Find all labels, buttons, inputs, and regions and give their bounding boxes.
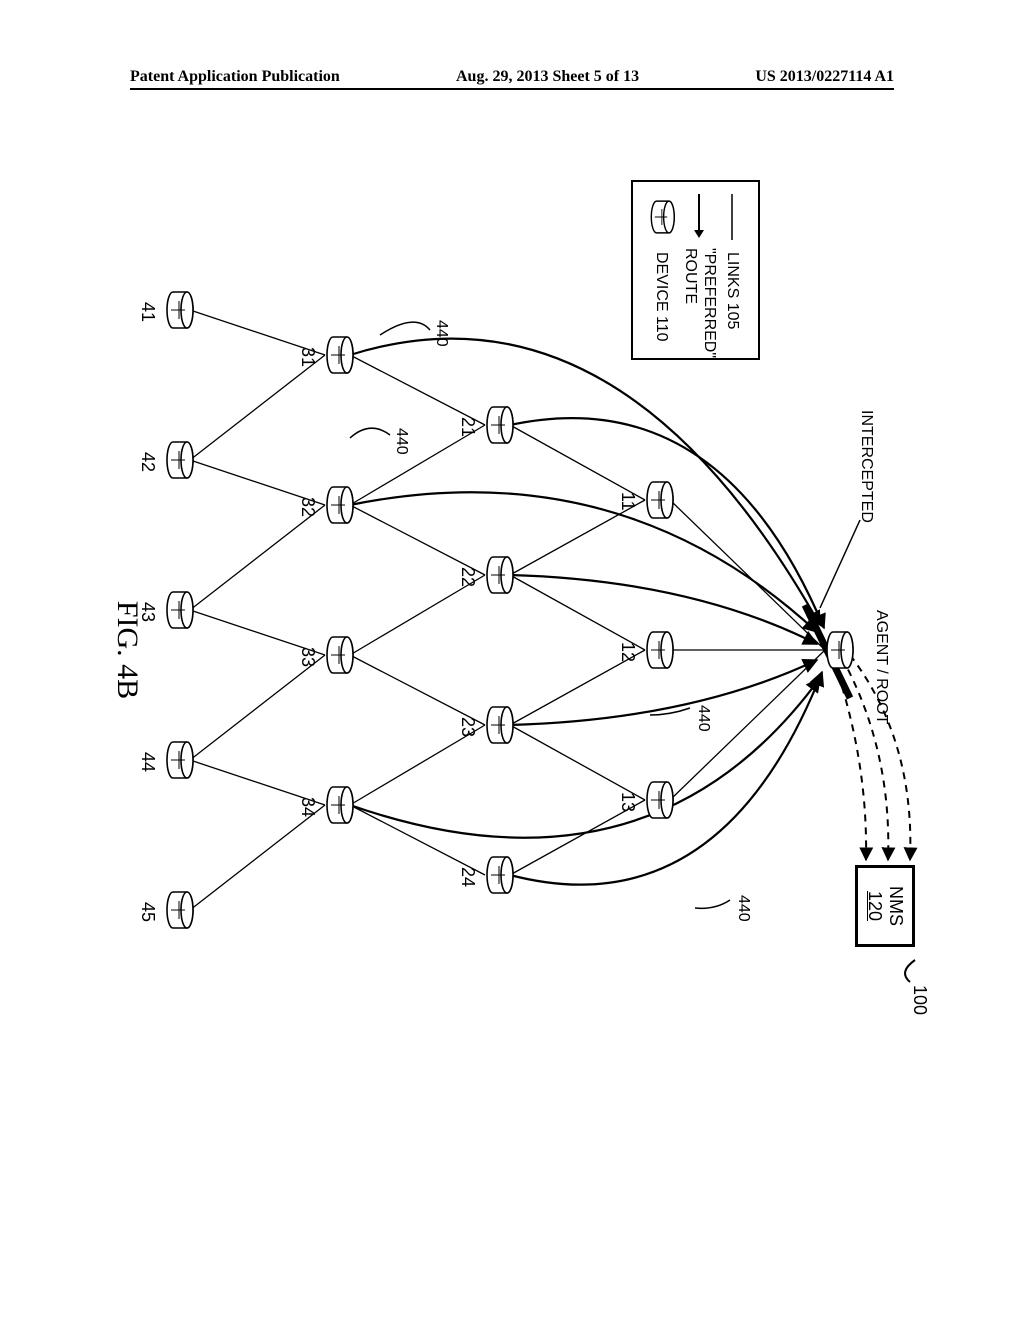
header-left: Patent Application Publication bbox=[130, 68, 340, 86]
label-31: 31 bbox=[297, 347, 318, 367]
legend-line-icon bbox=[729, 192, 735, 242]
label-34: 34 bbox=[297, 797, 318, 817]
label-32: 32 bbox=[297, 497, 318, 517]
label-12: 12 bbox=[617, 642, 638, 662]
legend-device-text: DEVICE 110 bbox=[652, 252, 670, 342]
node-12 bbox=[641, 628, 675, 672]
label-13: 13 bbox=[617, 792, 638, 812]
nms-number: 120 bbox=[864, 886, 885, 926]
agent-root-label: AGENT / ROOT bbox=[872, 610, 890, 724]
legend-links-text: LINKS 105 bbox=[723, 252, 741, 329]
node-23 bbox=[481, 703, 515, 747]
legend-route-row: "PREFERRED" ROUTE bbox=[681, 192, 718, 348]
nms-title: NMS bbox=[885, 886, 906, 926]
node-45 bbox=[161, 888, 195, 932]
label-33: 33 bbox=[297, 647, 318, 667]
node-44 bbox=[161, 738, 195, 782]
label-45: 45 bbox=[137, 902, 158, 922]
legend: LINKS 105 "PREFERRED" ROUTE DEVICE 110 bbox=[631, 180, 760, 360]
figure-label: FIG. 4B bbox=[110, 601, 144, 699]
node-22 bbox=[481, 553, 515, 597]
ref-440-right: 440 bbox=[734, 895, 752, 922]
figure-4b: AGENT / ROOT 11 12 13 21 22 23 24 31 32 … bbox=[70, 260, 970, 1040]
ref-440-mid: 440 bbox=[694, 705, 712, 732]
root-node bbox=[821, 628, 855, 672]
legend-arrow-icon bbox=[693, 192, 705, 238]
node-31 bbox=[321, 333, 355, 377]
intercepted-label: INTERCEPTED bbox=[857, 410, 875, 523]
node-21 bbox=[481, 403, 515, 447]
label-42: 42 bbox=[137, 452, 158, 472]
label-24: 24 bbox=[457, 867, 478, 887]
label-23: 23 bbox=[457, 717, 478, 737]
legend-device-row: DEVICE 110 bbox=[646, 192, 676, 348]
legend-route-text: "PREFERRED" ROUTE bbox=[681, 248, 718, 358]
nms-box: NMS 120 bbox=[855, 865, 915, 947]
legend-device-icon bbox=[646, 192, 676, 242]
node-41 bbox=[161, 288, 195, 332]
label-44: 44 bbox=[137, 752, 158, 772]
label-41: 41 bbox=[137, 302, 158, 322]
node-24 bbox=[481, 853, 515, 897]
ref-440-lowleft1: 440 bbox=[392, 428, 410, 455]
page-header: Patent Application Publication Aug. 29, … bbox=[130, 68, 894, 90]
node-42 bbox=[161, 438, 195, 482]
node-13 bbox=[641, 778, 675, 822]
node-43 bbox=[161, 588, 195, 632]
node-34 bbox=[321, 783, 355, 827]
ref-440-lowleft2: 440 bbox=[432, 320, 450, 347]
header-center: Aug. 29, 2013 Sheet 5 of 13 bbox=[456, 68, 639, 86]
node-33 bbox=[321, 633, 355, 677]
diagram-ref-100: 100 bbox=[909, 985, 930, 1015]
node-11 bbox=[641, 478, 675, 522]
label-11: 11 bbox=[617, 492, 638, 511]
label-21: 21 bbox=[457, 417, 478, 437]
node-32 bbox=[321, 483, 355, 527]
label-22: 22 bbox=[457, 567, 478, 587]
legend-links-row: LINKS 105 bbox=[723, 192, 741, 348]
header-right: US 2013/0227114 A1 bbox=[755, 68, 894, 86]
